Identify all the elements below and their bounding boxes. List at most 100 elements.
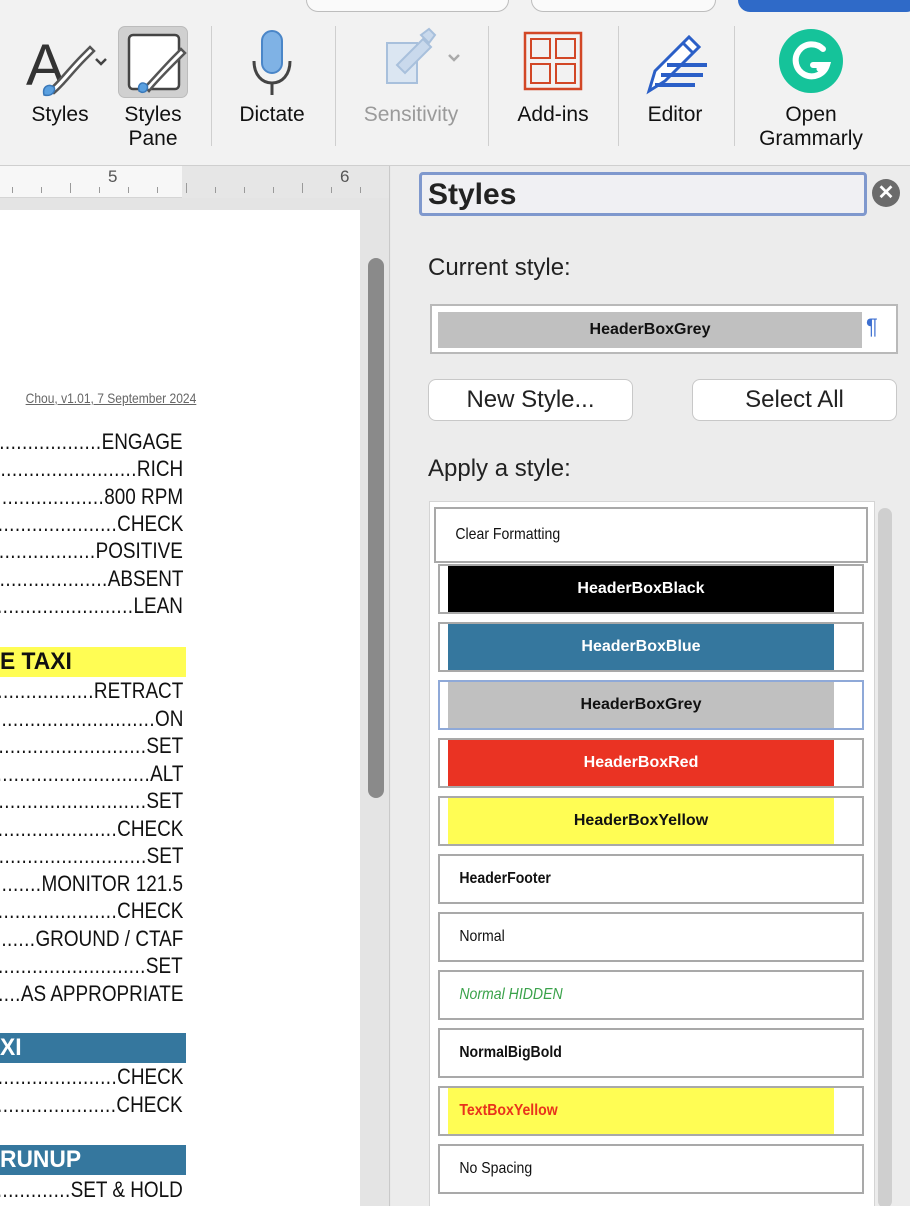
style-item-clear-formatting[interactable]: Clear Formatting [434,507,868,563]
editor-pen-icon [634,26,716,96]
grammarly-icon [748,26,874,96]
checklist-row: ........................................… [0,565,183,593]
toolbar-top-button-2[interactable] [531,0,716,12]
checklist-item-value: GROUND / CTAF [35,925,183,951]
leader-dots: ........................................… [0,843,147,868]
section-header-text: RUNUP [0,1146,82,1173]
checklist-row: ........................................… [0,592,183,620]
style-list[interactable]: Clear Formatting HeaderBoxBlack HeaderBoxB… [429,501,875,1206]
checklist-item-value: SET [146,788,183,813]
section-header-text: E TAXI [0,648,72,675]
style-item-no-spacing[interactable]: No Spacing [438,1144,864,1194]
checklist-item-value: POSITIVE [95,538,183,564]
section-header-blue: RUNUP [0,1145,186,1175]
checklist-row: ler.....................................… [0,952,183,980]
leader-dots: ........................................… [0,456,137,482]
apply-style-label: Apply a style: [428,455,571,482]
styles-pane-title: Styles [428,178,517,211]
style-item-label: HeaderBoxRed [583,754,699,771]
checklist-row: meters (3) .............................… [0,842,183,870]
leader-dots: ........................................… [0,733,147,758]
leader-dots: ........................................… [0,705,155,731]
checklist-item-value: MONITOR 121.5 [41,870,183,896]
checklist-row: ........................................… [0,1063,183,1091]
sensitivity-icon [352,26,470,96]
leader-dots: ........................................… [0,429,103,454]
document-scrollbar[interactable] [368,258,384,798]
style-item-normal-hidden[interactable]: Normal HIDDEN [438,970,864,1020]
checklist-item-value: SET [146,953,183,978]
document-page[interactable]: Chou, v1.01, 7 September 2024 ..........… [0,210,360,1206]
checklist-row: ........................................… [0,870,183,898]
style-item-label: NormalBigBold [459,1044,562,1061]
toolbar-top-button-1[interactable] [306,0,509,12]
checklist-item-value: SET [146,733,183,758]
checklist-item-value: CHECK [116,898,183,923]
style-item-label: Normal HIDDEN [459,986,563,1003]
leader-dots: ........................................… [0,1092,117,1117]
style-item-normal[interactable]: Normal [438,912,864,962]
style-list-scrollbar[interactable] [878,508,892,1206]
style-item-normalbigbold[interactable]: NormalBigBold [438,1028,864,1078]
dictate-button-label: Dictate [239,103,305,126]
style-item-textboxyellow[interactable]: TextBoxYellow [438,1086,864,1136]
style-item-label: HeaderBoxGrey [580,696,702,713]
checklist-row: ........................................… [0,677,183,705]
checklist-item-value: AS APPROPRIATE [20,980,183,1006]
close-pane-button[interactable]: ✕ [872,179,900,207]
style-item-headerboxblue[interactable]: HeaderBoxBlue [438,622,864,672]
checklist-row: ........................................… [0,980,183,1008]
style-item-headerfooter[interactable]: HeaderFooter [438,854,864,904]
ruler-mark-6: 6 [340,167,350,186]
checklist-item-value: CHECK [116,815,183,841]
style-item-headerboxyellow[interactable]: HeaderBoxYellow [438,796,864,846]
checklist-row: ........................................… [0,787,183,815]
checklist-row: ........................................… [0,1176,183,1204]
leader-dots: ........................................… [0,980,21,1006]
current-style-label: Current style: [428,254,571,281]
styles-pane-icon [116,26,190,96]
style-item-headerboxred[interactable]: HeaderBoxRed [438,738,864,788]
checklist-item-value: 800 RPM [104,483,183,509]
leader-dots: ........................................… [0,592,134,618]
style-item-label: Clear Formatting [455,526,561,543]
checklist-row: ........................................… [0,815,183,843]
checklist-item-value: SET & HOLD [70,1177,183,1202]
section-header-text: XI [0,1034,22,1061]
current-style-field[interactable]: HeaderBoxGrey ¶ [430,304,898,354]
checklist-row: ........................................… [0,510,183,538]
leader-dots: ........................................… [0,898,117,923]
editor-button-label: Editor [647,103,703,126]
checklist-item-value: SET [146,843,183,868]
leader-dots: ........................................… [0,538,96,564]
checklist-row: ........................................… [0,705,183,733]
leader-dots: ........................................… [0,953,147,978]
styles-pane: Styles ✕ Current style: HeaderBoxGrey ¶ … [391,166,910,1206]
checklist-item-value: ON [154,705,183,731]
new-style-button[interactable]: New Style... [428,379,633,421]
leader-dots: ........................................… [0,870,42,896]
select-all-button[interactable]: Select All [692,379,897,421]
sensitivity-button-label: Sensitivity [363,103,459,126]
toolbar-top-button-share[interactable] [738,0,910,12]
styles-pane-title-field[interactable]: Styles [419,172,867,216]
checklist-row: ........................................… [0,455,183,483]
horizontal-ruler[interactable]: 5 6 [0,166,389,198]
styles-button-label: Styles [31,103,89,126]
checklist-row: ........................................… [0,732,183,760]
checklist-item-value: CHECK [116,1092,183,1117]
checklist-row: ........................................… [0,925,183,953]
leader-dots: ........................................… [0,678,94,703]
leader-dots: ........................................… [0,1064,117,1089]
section-header-yellow: E TAXI [0,647,186,677]
leader-dots: ........................................… [0,815,117,841]
checklist-row: ).......................................… [0,760,183,788]
add-ins-button-label: Add-ins [517,103,589,126]
open-grammarly-button-label: Open Grammarly [759,103,863,150]
leader-dots: ........................................… [0,483,105,509]
checklist-item-value: CHECK [116,510,183,536]
checklist-item-value: CHECK [116,1064,183,1089]
style-item-headerboxgrey[interactable]: HeaderBoxGrey [438,680,864,730]
style-item-label: No Spacing [459,1160,533,1177]
style-item-headerboxblack[interactable]: HeaderBoxBlack [438,564,864,614]
